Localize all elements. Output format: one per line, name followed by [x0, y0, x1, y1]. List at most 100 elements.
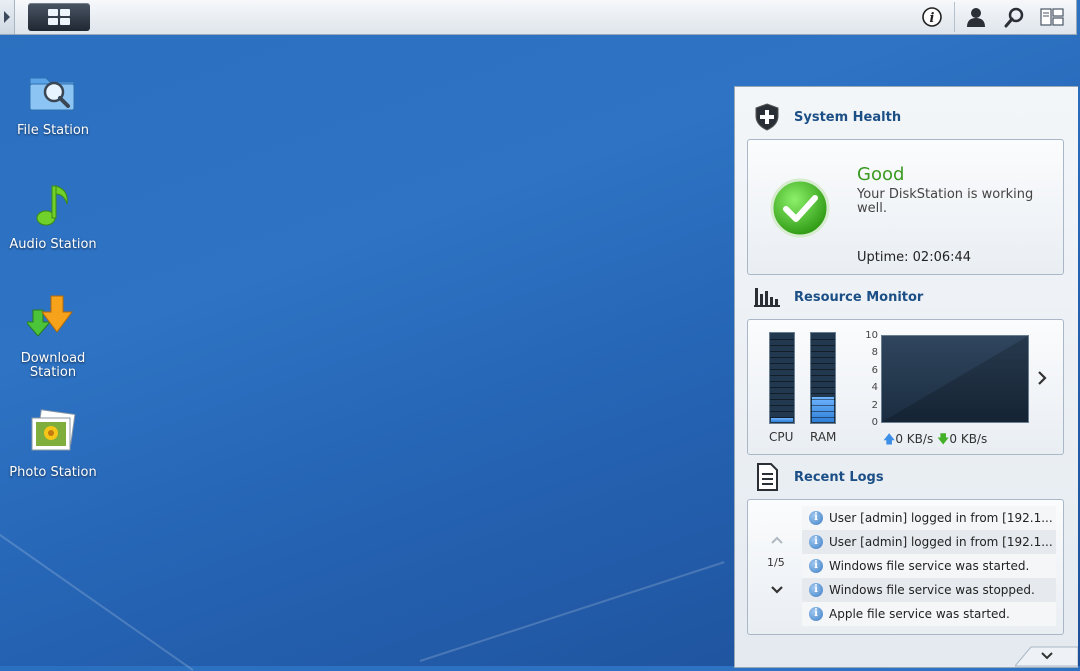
widgets-icon [1040, 8, 1064, 26]
meter-segment [770, 339, 794, 340]
ram-label: RAM [810, 430, 837, 444]
bar-chart-icon [751, 281, 783, 313]
chevron-down-icon [1013, 646, 1079, 667]
ram-meter-fill [812, 397, 834, 422]
meter-segment [811, 381, 835, 382]
download-rate: 0 KB/s [949, 432, 988, 446]
desktop-icon-label: Download Station [20, 351, 86, 380]
health-status: Good [857, 164, 905, 185]
log-row[interactable]: i Windows file service was started. [802, 554, 1056, 578]
system-health-box: Good Your DiskStation is working well. U… [747, 139, 1064, 275]
desktop-icon-label: Audio Station [9, 237, 97, 252]
resource-monitor-box: CPU RAM 10 8 6 4 2 0 🡅0 KB/s 🡇0 KB/s [747, 319, 1064, 455]
desktop-icon-photo-station[interactable]: Photo Station [3, 408, 103, 480]
chevron-up-icon[interactable] [770, 530, 784, 549]
show-desktop-tab[interactable] [0, 0, 15, 34]
info-icon: i [809, 511, 823, 525]
log-page-indicator: 1/5 [767, 556, 785, 569]
desktop-icon-label: Photo Station [9, 465, 97, 480]
taskbar: i [0, 0, 1077, 35]
chevron-right-icon[interactable] [1036, 370, 1048, 390]
meter-segment [770, 363, 794, 364]
log-list: i User [admin] logged in from [192.1... … [802, 506, 1056, 626]
log-text: User [admin] logged in from [192.1... [829, 535, 1053, 549]
meter-segment [811, 339, 835, 340]
music-note-icon [27, 180, 79, 232]
health-message: Your DiskStation is working well. [857, 187, 1034, 216]
cpu-meter [769, 332, 795, 424]
shield-icon [751, 101, 783, 133]
network-graph [881, 335, 1029, 423]
upload-arrow-icon: 🡅 [883, 432, 896, 446]
desktop-icon-download-station[interactable]: Download Station [3, 294, 103, 380]
main-menu-icon [48, 9, 70, 25]
meter-segment [770, 345, 794, 346]
meter-segment [811, 405, 835, 406]
meter-segment [811, 375, 835, 376]
taskbar-divider [954, 2, 955, 32]
search-icon [1004, 7, 1024, 28]
info-icon: i [922, 7, 942, 27]
meter-segment [811, 351, 835, 352]
info-icon: i [809, 559, 823, 573]
check-circle-icon [770, 178, 830, 242]
wallpaper-streak [0, 520, 194, 671]
svg-text:i: i [930, 11, 935, 26]
meter-segment [811, 417, 835, 418]
ram-meter [810, 332, 836, 424]
log-text: Windows file service was stopped. [829, 583, 1035, 597]
meter-segment [770, 399, 794, 400]
uptime-text: Uptime: 02:06:44 [857, 250, 972, 265]
info-icon: i [809, 583, 823, 597]
meter-segment [770, 381, 794, 382]
meter-segment [770, 375, 794, 376]
log-text: Windows file service was started. [829, 559, 1030, 573]
file-station-icon [27, 66, 79, 118]
meter-segment [811, 363, 835, 364]
download-arrows-icon [24, 294, 79, 346]
widget-title: Recent Logs [794, 469, 884, 485]
download-arrow-icon: 🡇 [937, 432, 950, 446]
meter-segment [770, 393, 794, 394]
cpu-meter-fill [771, 418, 793, 422]
meter-segment [811, 393, 835, 394]
main-menu-button[interactable] [28, 3, 90, 31]
widgets-button[interactable] [1040, 5, 1064, 29]
desktop-icon-label: File Station [16, 123, 90, 138]
chevron-down-icon[interactable] [770, 580, 784, 599]
meter-segment [770, 351, 794, 352]
user-icon [967, 8, 985, 27]
log-row[interactable]: i Windows file service was stopped. [802, 578, 1056, 602]
search-button[interactable] [1003, 5, 1027, 29]
network-rates: 🡅0 KB/s 🡇0 KB/s [883, 430, 987, 451]
log-row[interactable]: i User [admin] logged in from [192.1... [802, 506, 1056, 530]
log-row[interactable]: i Apple file service was started. [802, 602, 1056, 626]
meter-segment [770, 357, 794, 358]
cpu-label: CPU [769, 430, 794, 444]
meter-segment [811, 369, 835, 370]
log-row[interactable]: i User [admin] logged in from [192.1... [802, 530, 1056, 554]
y-tick-label: 8 [871, 347, 878, 358]
info-button[interactable]: i [920, 5, 944, 29]
y-tick-label: 0 [871, 417, 878, 428]
meter-segment [770, 369, 794, 370]
meter-segment [770, 417, 794, 418]
meter-segment [770, 387, 794, 388]
meter-segment [811, 399, 835, 400]
y-tick-label: 6 [871, 365, 878, 376]
info-icon: i [809, 535, 823, 549]
user-button[interactable] [964, 5, 988, 29]
document-icon [751, 461, 783, 493]
desktop-icon-audio-station[interactable]: Audio Station [3, 180, 103, 252]
desktop-icon-file-station[interactable]: File Station [3, 66, 103, 138]
log-text: User [admin] logged in from [192.1... [829, 511, 1053, 525]
recent-logs-header: Recent Logs [751, 461, 884, 493]
collapse-widgets-button[interactable] [1013, 643, 1079, 667]
resource-monitor-header: Resource Monitor [751, 281, 923, 313]
y-tick-label: 2 [871, 400, 878, 411]
y-tick-label: 4 [871, 382, 878, 393]
graph-sheen [882, 336, 1028, 422]
meter-segment [811, 345, 835, 346]
wallpaper-streak [419, 561, 725, 662]
meter-segment [811, 357, 835, 358]
